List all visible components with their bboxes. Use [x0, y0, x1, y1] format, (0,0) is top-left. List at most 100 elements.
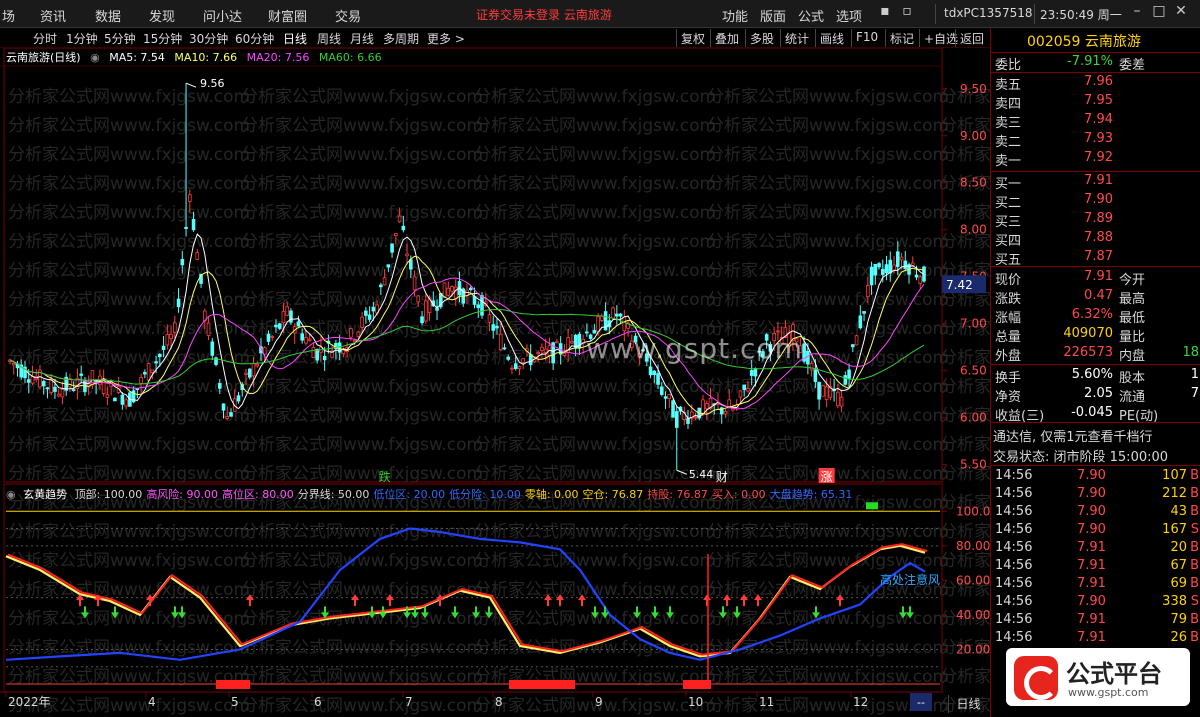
candle-body — [843, 375, 848, 385]
trade-login-notice[interactable]: 证券交易未登录 云南旅游 — [476, 6, 612, 23]
watermark-tile: 分析家公式网www.fxjgsw.com — [8, 435, 250, 455]
statistics-button[interactable]: 统计 — [780, 29, 813, 47]
candle-body — [884, 264, 889, 274]
close-icon[interactable]: ✕ — [1172, 3, 1190, 23]
bid-row[interactable]: 买二 7.90 — [991, 192, 1200, 211]
tab-period-5min[interactable]: 5分钟 — [104, 30, 136, 47]
promo-banner[interactable]: 通达信, 仅需1元查看千档行 — [993, 426, 1153, 445]
tab-period-daily[interactable]: 日线 — [283, 30, 307, 47]
logo-icon — [1014, 656, 1058, 700]
watermark-tile: 分析家公式网www.fxjgsw.com — [241, 145, 483, 165]
tab-daily-bottom[interactable]: 日线 — [948, 695, 988, 713]
multi-stock-button[interactable]: 多股 — [745, 29, 778, 47]
candle-body — [746, 388, 750, 392]
watermark-tile: 分析家公式网www.fxjgsw.com — [474, 232, 716, 252]
menu-item-trade[interactable]: 交易 — [335, 6, 361, 25]
tick-row: 14:56 7.91 69 B — [995, 576, 1199, 591]
stat-value: 2.05 — [1084, 386, 1113, 401]
ask-row[interactable]: 卖四 7.95 — [991, 93, 1200, 112]
restore-icon[interactable]: □ — [1150, 3, 1168, 23]
tab-period-60min[interactable]: 60分钟 — [235, 30, 274, 47]
menu-item-wealth[interactable]: 财富圈 — [268, 6, 307, 25]
bid-row[interactable]: 买四 7.88 — [991, 230, 1200, 249]
menu-item-data[interactable]: 数据 — [95, 6, 121, 25]
candle-body — [420, 316, 424, 324]
bid-price: 7.88 — [1084, 230, 1113, 245]
candle-body — [877, 263, 881, 268]
menu-item-options[interactable]: 选项 — [836, 6, 862, 25]
candle-body — [412, 276, 417, 291]
menu-item-market[interactable]: 场 — [2, 6, 15, 25]
menu-item-layout[interactable]: 版面 — [760, 6, 786, 25]
candle-body — [349, 328, 353, 338]
x-axis-label: 11 — [759, 695, 774, 709]
watermark-tile: 分析家公式网www.fxjgsw.com — [241, 638, 483, 658]
candle-body — [352, 340, 357, 343]
candle-body — [244, 372, 248, 375]
ask-row[interactable]: 卖二 7.93 — [991, 131, 1200, 150]
tab-period-multi[interactable]: 多周期 — [383, 30, 419, 47]
watermark-tile: 分析家公式网www.fxjgsw.com — [8, 522, 250, 542]
bid-row[interactable]: 买三 7.89 — [991, 211, 1200, 230]
tab-period-30min[interactable]: 30分钟 — [189, 30, 228, 47]
watermark-tile: 分析家公式网www.fxjgsw.com — [940, 377, 990, 397]
menu-item-assistant[interactable]: 问小达 — [203, 6, 242, 25]
candle-body — [892, 264, 896, 271]
watermark-tile: 分析家公式网www.fxjgsw.com — [474, 116, 716, 136]
back-button[interactable]: 返回 — [955, 29, 988, 47]
candle-body — [824, 386, 829, 400]
candle-body — [701, 399, 705, 415]
candle-body — [622, 316, 627, 332]
indicator-legend-item: 低分险: 10.00 — [449, 488, 521, 501]
tab-period-1min[interactable]: 1分钟 — [66, 30, 98, 47]
tab-period-more[interactable]: 更多 > — [427, 30, 465, 47]
candle-body — [806, 350, 810, 365]
price-axis-label: 9.00 — [960, 129, 987, 143]
candle-body — [401, 225, 406, 231]
settings-icon[interactable]: ◉ — [90, 51, 100, 64]
mark-button[interactable]: 标记 — [885, 29, 918, 47]
ask-price: 7.95 — [1084, 93, 1113, 108]
watermark-tile: 分析家公式网www.fxjgsw.com — [707, 406, 949, 426]
overlay-button[interactable]: 叠加 — [710, 29, 743, 47]
candle-body — [367, 314, 372, 320]
candle-body — [266, 333, 271, 342]
candle-body — [41, 381, 46, 387]
ma20-label: MA20: 7.56 — [246, 51, 310, 64]
chart-area[interactable]: 分析家公式网www.fxjgsw.com 分析家公式网www.fxjgsw.com… — [0, 48, 990, 717]
tab-period-monthly[interactable]: 月线 — [350, 30, 374, 47]
low-price-label: 5.44 — [689, 468, 714, 481]
watermark-tile: 分析家公式网www.fxjgsw.com — [474, 377, 716, 397]
ask-row[interactable]: 卖一 7.92 — [991, 150, 1200, 169]
tab-period-weekly[interactable]: 周线 — [317, 30, 341, 47]
logo-url: www.gspt.com — [1068, 686, 1149, 699]
bid-row[interactable]: 买五 7.87 — [991, 249, 1200, 268]
tab-period-timeshare[interactable]: 分时 — [33, 30, 57, 47]
candle-body — [150, 369, 155, 373]
candle-body — [836, 391, 840, 407]
candle-body — [476, 304, 481, 309]
menu-item-discover[interactable]: 发现 — [149, 6, 175, 25]
candle-body — [56, 393, 61, 397]
bid-row[interactable]: 买一 7.91 — [991, 173, 1200, 192]
maximize-icon[interactable]: ▫ — [898, 3, 916, 23]
brand-logo: 公式平台 www.gspt.com — [1006, 648, 1190, 706]
ask-row[interactable]: 卖三 7.94 — [991, 112, 1200, 131]
menu-item-news[interactable]: 资讯 — [40, 6, 66, 25]
price-axis-label: 6.00 — [960, 411, 987, 425]
ask-row[interactable]: 卖五 7.96 — [991, 74, 1200, 93]
adjust-button[interactable]: 复权 — [676, 29, 709, 47]
f10-button[interactable]: F10 — [851, 29, 882, 47]
tab-period-15min[interactable]: 15分钟 — [143, 30, 182, 47]
menu-icon[interactable]: ▪ — [876, 3, 894, 23]
candle-body — [821, 385, 825, 397]
indicator-axis-label: 20.00 — [956, 642, 990, 656]
indicator-settings-icon[interactable]: ◉ — [6, 488, 16, 501]
menu-item-formula[interactable]: 公式 — [798, 6, 824, 25]
menu-item-function[interactable]: 功能 — [722, 6, 748, 25]
draw-line-button[interactable]: 画线 — [815, 29, 848, 47]
watermark-tile: 分析家公式网www.fxjgsw.com — [474, 290, 716, 310]
minimize-icon[interactable]: – — [1128, 3, 1146, 23]
watermark-tile: 分析家公式网www.fxjgsw.com — [707, 522, 949, 542]
candle-body — [173, 322, 177, 333]
